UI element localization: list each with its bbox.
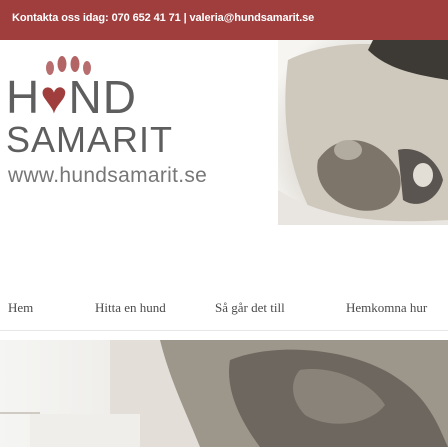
logo-title-end: ND bbox=[68, 71, 137, 123]
logo-url: www.hundsamarit.se bbox=[8, 164, 208, 187]
nav-item-hem[interactable]: Hem bbox=[8, 300, 33, 316]
logo-title-start: H bbox=[6, 71, 41, 123]
contact-email-link[interactable]: valeria@hundsamarit.se bbox=[190, 12, 315, 24]
contact-phone-link[interactable]: 070 652 41 71 bbox=[112, 12, 181, 24]
nav-item-hemkomna-hundar[interactable]: Hemkomna hur bbox=[346, 300, 427, 316]
site-logo[interactable]: H♥ND SAMARIT www.hundsamarit.se bbox=[6, 54, 236, 204]
nav-item-sa-gar-det-till[interactable]: Så går det till bbox=[215, 300, 285, 316]
contact-separator: | bbox=[180, 12, 190, 24]
header-dog-photo bbox=[278, 40, 448, 225]
contact-prefix: Kontakta oss idag: bbox=[12, 12, 112, 24]
logo-subtitle: SAMARIT bbox=[6, 119, 174, 160]
logo-title: H♥ND bbox=[6, 74, 137, 120]
site-header: H♥ND SAMARIT www.hundsamarit.se bbox=[0, 40, 448, 260]
main-nav: Hem Hitta en hund Så går det till Hemkom… bbox=[0, 300, 448, 324]
hero-dog-photo bbox=[0, 340, 448, 447]
heart-icon: ♥ bbox=[40, 71, 69, 123]
nav-item-hitta-en-hund[interactable]: Hitta en hund bbox=[95, 300, 166, 316]
contact-bar: Kontakta oss idag: 070 652 41 71 | valer… bbox=[0, 0, 448, 40]
contact-text: Kontakta oss idag: 070 652 41 71 | valer… bbox=[12, 12, 314, 24]
nav-divider bbox=[0, 330, 448, 331]
